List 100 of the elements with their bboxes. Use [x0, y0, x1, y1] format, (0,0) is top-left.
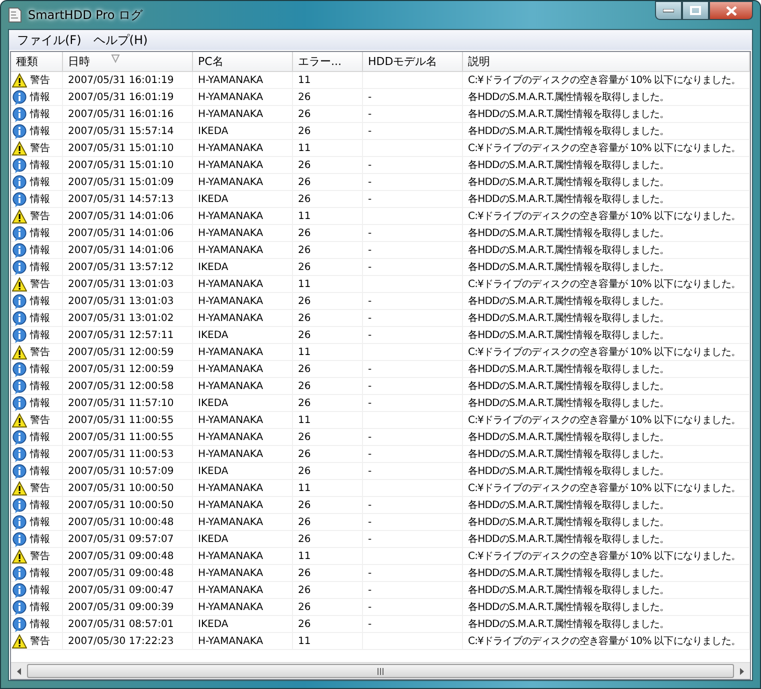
table-cell: - — [368, 618, 372, 630]
table-cell-text: C:¥ドライブのディスクの空き容量が 10% 以下になりました。 — [468, 634, 740, 648]
table-cell-text: C:¥ドライブのディスクの空き容量が 10% 以下になりました。 — [468, 550, 740, 563]
table-cell: H-YAMANAKA — [198, 228, 264, 238]
close-button[interactable] — [709, 1, 753, 20]
table-cell: H-YAMANAKA — [198, 296, 264, 306]
table-cell: 2007/05/31 09:57:07 — [68, 534, 174, 544]
table-cell: 2007/05/31 12:00:59 — [68, 346, 174, 358]
table-cell-text: 情報 — [30, 618, 50, 631]
table-cell: 26 — [298, 466, 311, 476]
table-cell: 2007/05/31 09:00:48 — [68, 550, 174, 562]
table-cell: H-YAMANAKA — [198, 414, 264, 426]
table-cell-text: 情報 — [30, 244, 50, 257]
table-cell-text: 各HDDのS.M.A.R.T.属性情報を取得しました。 — [468, 448, 670, 461]
table-cell: 26 — [298, 312, 311, 324]
table-cell: H-YAMANAKA — [198, 584, 264, 596]
table-cell: - — [368, 380, 372, 392]
table-cell: 2007/05/31 14:01:06 — [68, 228, 174, 238]
table-cell-text: 各HDDのS.M.A.R.T.属性情報を取得しました。 — [468, 430, 670, 444]
table-cell: 26 — [298, 92, 311, 102]
table-cell: 2007/05/31 09:00:39 — [68, 602, 174, 612]
table-cell-text: 警告 — [30, 550, 50, 563]
table-cell: H-YAMANAKA — [198, 92, 264, 102]
column-header[interactable]: エラー... — [293, 52, 363, 71]
table-cell: 26 — [298, 176, 311, 188]
table-cell-text: C:¥ドライブのディスクの空き容量が 10% 以下になりました。 — [468, 482, 740, 495]
column-header[interactable]: 種類 — [11, 52, 63, 71]
table-cell: 11 — [298, 74, 311, 86]
menu-item[interactable]: ヘルプ(H) — [87, 30, 154, 50]
table-cell: - — [368, 448, 372, 460]
table-cell: 2007/05/31 11:00:53 — [68, 448, 174, 460]
table-cell: 2007/05/31 12:00:58 — [68, 380, 174, 392]
menu-item[interactable]: ファイル(F) — [11, 30, 88, 50]
table-cell-text: 各HDDのS.M.A.R.T.属性情報を取得しました。 — [468, 294, 670, 308]
table-cell: 11 — [298, 346, 311, 358]
table-cell: H-YAMANAKA — [198, 602, 264, 612]
table-cell-text: 各HDDのS.M.A.R.T.属性情報を取得しました。 — [468, 124, 670, 138]
table-cell-text: C:¥ドライブのディスクの空き容量が 10% 以下になりました。 — [468, 278, 740, 291]
table-cell: 26 — [298, 432, 311, 442]
table-cell: - — [368, 330, 372, 340]
table-cell: IKEDA — [198, 466, 228, 476]
table-cell-text: 各HDDのS.M.A.R.T.属性情報を取得しました。 — [468, 498, 670, 512]
table-cell-text: 情報 — [30, 328, 50, 342]
document-icon — [8, 7, 22, 23]
table-cell-text: 各HDDのS.M.A.R.T.属性情報を取得しました。 — [468, 362, 670, 376]
column-header[interactable]: PC名 — [193, 52, 293, 71]
column-header[interactable]: 日時 — [63, 52, 193, 71]
table-cell: 26 — [298, 380, 311, 392]
table-cell: - — [368, 228, 372, 238]
table-cell: H-YAMANAKA — [198, 636, 264, 646]
table-cell: 2007/05/31 16:01:16 — [68, 108, 174, 120]
table-cell: 26 — [298, 194, 311, 204]
table-cell-text: 情報 — [30, 192, 50, 206]
minimize-button[interactable] — [655, 1, 682, 20]
table-cell-text: 情報 — [30, 566, 50, 580]
column-header[interactable]: HDDモデル名 — [363, 52, 463, 71]
table-cell-text: 各HDDのS.M.A.R.T.属性情報を取得しました。 — [468, 516, 670, 529]
table-cell-text: 各HDDのS.M.A.R.T.属性情報を取得しました。 — [468, 108, 670, 121]
table-cell: 2007/05/31 12:00:59 — [68, 364, 174, 374]
scroll-left-icon[interactable] — [17, 668, 21, 674]
table-cell-text: 情報 — [30, 380, 50, 393]
maximize-button[interactable] — [682, 1, 709, 20]
table-cell-text: C:¥ドライブのディスクの空き容量が 10% 以下になりました。 — [468, 74, 740, 87]
table-cell: - — [368, 584, 372, 596]
table-cell: - — [368, 534, 372, 544]
minimize-icon — [663, 8, 674, 12]
table-cell-text: 各HDDのS.M.A.R.T.属性情報を取得しました。 — [468, 226, 670, 240]
table-cell: 2007/05/31 13:57:12 — [68, 262, 174, 272]
table-cell: 2007/05/31 14:01:06 — [68, 210, 174, 222]
table-cell-text: 情報 — [30, 498, 50, 512]
table-cell: 11 — [298, 636, 311, 646]
table-cell: 26 — [298, 584, 311, 596]
table-cell: IKEDA — [198, 262, 228, 272]
table-cell: H-YAMANAKA — [198, 142, 264, 154]
table-cell: H-YAMANAKA — [198, 448, 264, 460]
table-cell: H-YAMANAKA — [198, 550, 264, 562]
column-header[interactable]: 説明 — [463, 52, 750, 71]
table-cell: 26 — [298, 244, 311, 256]
table-cell-text: 情報 — [30, 464, 50, 478]
table-cell: H-YAMANAKA — [198, 74, 264, 86]
scroll-right-icon[interactable] — [740, 668, 744, 674]
table-cell-text: 情報 — [30, 90, 50, 104]
scrollbar-thumb[interactable] — [27, 664, 734, 678]
table-cell: 11 — [298, 142, 311, 154]
table-cell-text: 情報 — [30, 430, 50, 444]
table-cell: 2007/05/31 13:01:03 — [68, 296, 174, 306]
table-cell-text: 各HDDのS.M.A.R.T.属性情報を取得しました。 — [468, 532, 670, 546]
table-cell: 2007/05/31 13:01:02 — [68, 312, 174, 324]
table-cell: H-YAMANAKA — [198, 380, 264, 392]
table-cell: - — [368, 92, 372, 102]
table-cell: 26 — [298, 448, 311, 460]
table-cell: - — [368, 466, 372, 476]
table-cell: - — [368, 160, 372, 170]
table-cell: 2007/05/31 16:01:19 — [68, 74, 174, 86]
table-cell: 26 — [298, 602, 311, 612]
table-cell-text: 各HDDのS.M.A.R.T.属性情報を取得しました。 — [468, 600, 670, 614]
table-cell: H-YAMANAKA — [198, 516, 264, 528]
table-cell: 2007/05/31 14:57:13 — [68, 194, 174, 204]
table-cell-text: 各HDDのS.M.A.R.T.属性情報を取得しました。 — [468, 260, 670, 274]
table-cell: 2007/05/31 10:57:09 — [68, 466, 174, 476]
